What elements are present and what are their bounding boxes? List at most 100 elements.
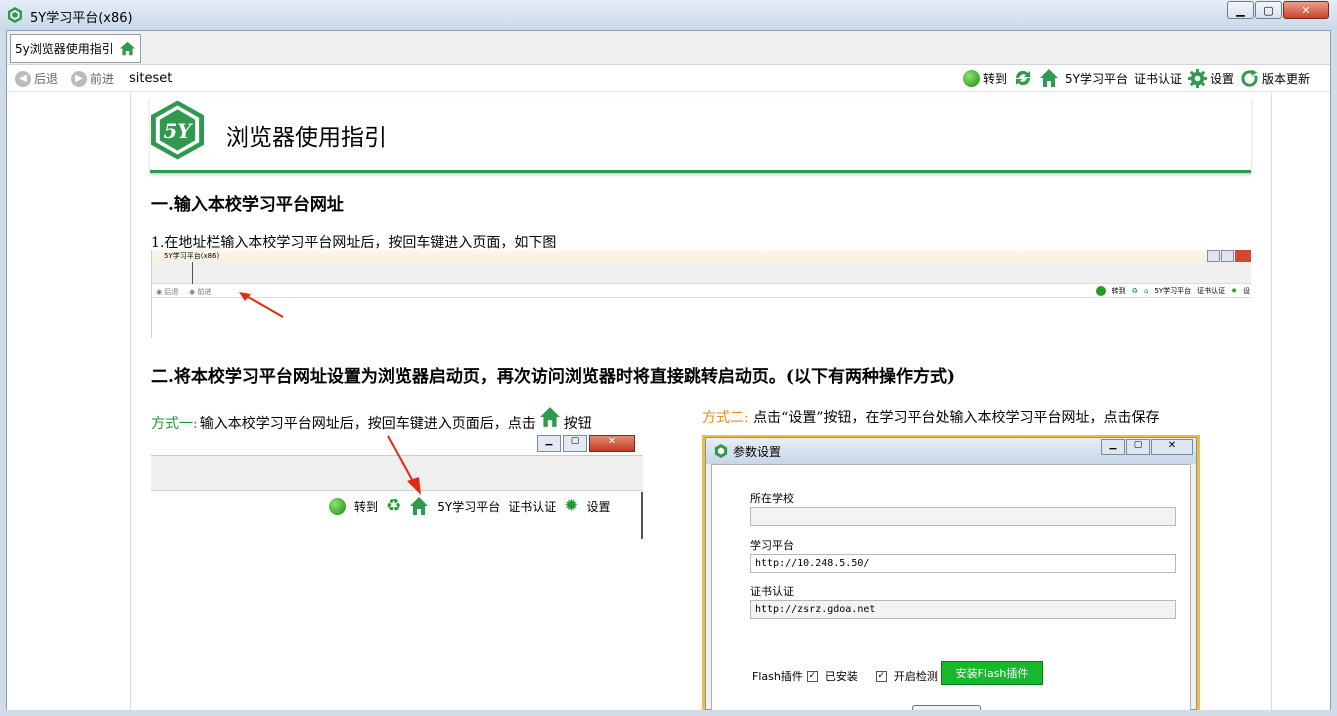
red-arrow-icon xyxy=(387,435,421,495)
install-flash-button[interactable]: 安装Flash插件 xyxy=(941,661,1043,685)
method-1-label: 方式一: xyxy=(151,416,198,432)
shot2-winbtns: ▁ ▢ ✕ xyxy=(537,435,635,452)
shot1-forward-icon: ◉ xyxy=(189,288,196,296)
app-icon xyxy=(714,444,728,458)
shot1-winbtns xyxy=(1207,250,1251,262)
section-2-heading: 二.将本校学习平台网址设置为浏览器启动页，再次访问浏览器时将直接跳转启动页。(以… xyxy=(151,367,956,387)
minimize-icon: ▁ xyxy=(1236,3,1245,17)
minimize-button[interactable]: ▁ xyxy=(1227,1,1254,19)
address-bar[interactable]: siteset xyxy=(129,71,172,86)
dialog-minimize-button[interactable]: ▁ xyxy=(1101,439,1125,455)
left-border xyxy=(130,93,131,710)
shot2-gear-icon: ✹ xyxy=(564,496,579,516)
shot1-title: 5Y学习平台(x86) xyxy=(164,252,220,260)
dialog-restore-button[interactable]: ▢ xyxy=(1126,439,1150,455)
refresh-icon[interactable] xyxy=(1013,69,1033,87)
update-label: 版本更新 xyxy=(1261,71,1310,86)
settings-dialog-screenshot: 参数设置 ▁ ▢ ✕ 所在学校 学习平台 http://10.248.5.50/… xyxy=(702,435,1200,710)
platform-label: 学习平台 xyxy=(750,539,794,552)
detect-checkbox[interactable]: ✓ xyxy=(875,670,887,682)
forward-button[interactable]: ▶ 前进 xyxy=(71,70,114,87)
platform-field[interactable]: http://10.248.5.50/ xyxy=(750,554,1176,573)
shot2-go-icon xyxy=(329,497,346,515)
settings-dialog: 参数设置 ▁ ▢ ✕ 所在学校 学习平台 http://10.248.5.50/… xyxy=(705,437,1197,710)
navigation-bar: ◀ 后退 ▶ 前进 siteset 转到 5Y学习平台 证书认证 设置 版本更新 xyxy=(7,66,1330,92)
dialog-close-button[interactable]: ✕ xyxy=(1151,439,1193,455)
close-icon: ✕ xyxy=(1301,3,1311,17)
shot1-settings: 设 xyxy=(1243,287,1250,295)
section-1-heading: 一.输入本校学习平台网址 xyxy=(151,195,344,215)
red-arrow-icon xyxy=(239,292,284,318)
logo-icon: 5Y xyxy=(150,100,205,160)
tab-guide[interactable]: 5y浏览器使用指引 xyxy=(10,34,141,63)
shot1-back-icon: ◉ xyxy=(156,288,163,296)
method-2-label: 方式二: xyxy=(702,410,749,426)
tab-label: 5y浏览器使用指引 xyxy=(15,42,114,56)
example-screenshot-2: ▁ ▢ ✕ 转到 ♻ 5Y学习平台 证书认证 ✹ 设置 xyxy=(151,435,643,539)
update-button[interactable]: 版本更新 xyxy=(1240,69,1310,88)
window-titlebar: 5Y学习平台(x86) ▁ ▢ ✕ xyxy=(0,0,1337,30)
restore-icon: ▢ xyxy=(1263,3,1274,17)
shot1-gear-icon: ✹ xyxy=(1231,287,1237,295)
shot1-cert: 证书认证 xyxy=(1197,287,1226,295)
flash-row: Flash插件 ✓ 已安装 ✓ 开启检测 xyxy=(752,668,938,684)
platform-link[interactable]: 5Y学习平台 xyxy=(1065,70,1128,87)
shot2-home-icon xyxy=(410,497,429,515)
shot1-navbar: ◉ 后退 ◉ 前进 转到 ♻ ⌂ 5Y学习平台 证书认证 ✹ 设 xyxy=(152,284,1251,298)
browser-client: 5y浏览器使用指引 ◀ 后退 ▶ 前进 siteset 转到 5Y学习平台 证书… xyxy=(6,30,1331,710)
goto-label: 转到 xyxy=(982,71,1007,86)
page-content: 5Y 浏览器使用指引 一.输入本校学习平台网址 1.在地址栏输入本校学习平台网址… xyxy=(7,93,1330,710)
settings-button[interactable]: 设置 xyxy=(1187,68,1234,88)
back-label: 后退 xyxy=(34,72,59,86)
page-title: 浏览器使用指引 xyxy=(226,125,387,151)
method-1-body: 输入本校学习平台网址后，按回车键进入页面后，点击 xyxy=(199,416,536,432)
shot1-titlebar: 5Y学习平台(x86) xyxy=(152,250,1251,262)
school-field[interactable] xyxy=(750,507,1176,526)
cert-field[interactable]: http://zsrz.gdoa.net xyxy=(750,600,1176,619)
shot1-refresh-icon: ♻ xyxy=(1131,287,1138,295)
right-border xyxy=(1271,93,1272,710)
shot1-tabbar xyxy=(152,262,1251,284)
method-1-text: 方式一: 输入本校学习平台网址后，按回车键进入页面后，点击 按钮 xyxy=(151,407,592,433)
window-title: 5Y学习平台(x86) xyxy=(30,11,133,26)
installed-label: 已安装 xyxy=(824,670,858,683)
cert-label: 证书认证 xyxy=(750,585,794,598)
forward-arrow-icon: ▶ xyxy=(71,70,87,87)
home-icon[interactable] xyxy=(1039,68,1059,88)
goto-button[interactable]: 转到 xyxy=(962,69,1007,87)
dialog-title: 参数设置 xyxy=(733,444,782,459)
shot1-home-icon: ⌂ xyxy=(1143,287,1149,295)
school-label: 所在学校 xyxy=(750,492,794,505)
shot2-goto: 转到 xyxy=(354,499,379,514)
close-button[interactable]: ✕ xyxy=(1283,1,1329,19)
shot2-settings: 设置 xyxy=(586,499,611,514)
method-1-tail: 按钮 xyxy=(563,416,592,432)
home-icon xyxy=(119,41,135,56)
dialog-body: 所在学校 学习平台 http://10.248.5.50/ 证书认证 http:… xyxy=(711,464,1191,710)
installed-checkbox[interactable]: ✓ xyxy=(806,670,818,682)
go-ball-icon xyxy=(962,69,980,87)
step-1-text: 1.在地址栏输入本校学习平台网址后，按回车键进入页面，如下图 xyxy=(151,235,557,251)
logo-text: 5Y xyxy=(164,120,194,143)
back-button[interactable]: ◀ 后退 xyxy=(15,70,58,87)
shot2-cert: 证书认证 xyxy=(508,499,557,514)
shot2-platform: 5Y学习平台 xyxy=(437,499,501,514)
example-screenshot-1: 5Y学习平台(x86) ◉ 后退 ◉ 前进 转到 ♻ ⌂ 5Y学习平台 证书认证… xyxy=(151,250,1251,338)
settings-label: 设置 xyxy=(1209,71,1234,86)
shot1-goto: 转到 xyxy=(1111,287,1126,295)
page-header: 5Y 浏览器使用指引 xyxy=(150,98,1251,173)
back-arrow-icon: ◀ xyxy=(15,70,31,87)
home-icon xyxy=(539,407,560,427)
forward-label: 前进 xyxy=(90,72,115,86)
method-2-text: 方式二: 点击“设置”按钮，在学习平台处输入本校学习平台网址，点击保存 xyxy=(702,407,1160,427)
detect-label: 开启检测 xyxy=(893,670,938,683)
save-button[interactable]: 保存 xyxy=(912,705,981,710)
restore-button[interactable]: ▢ xyxy=(1255,1,1282,19)
cert-link[interactable]: 证书认证 xyxy=(1134,70,1182,87)
update-icon xyxy=(1241,69,1259,87)
shot1-go-icon xyxy=(1095,286,1106,296)
gear-icon xyxy=(1187,68,1207,88)
dialog-titlebar: 参数设置 ▁ ▢ ✕ xyxy=(706,438,1196,464)
flash-label: Flash插件 xyxy=(752,670,803,683)
method-2-body: 点击“设置”按钮，在学习平台处输入本校学习平台网址，点击保存 xyxy=(753,410,1160,426)
